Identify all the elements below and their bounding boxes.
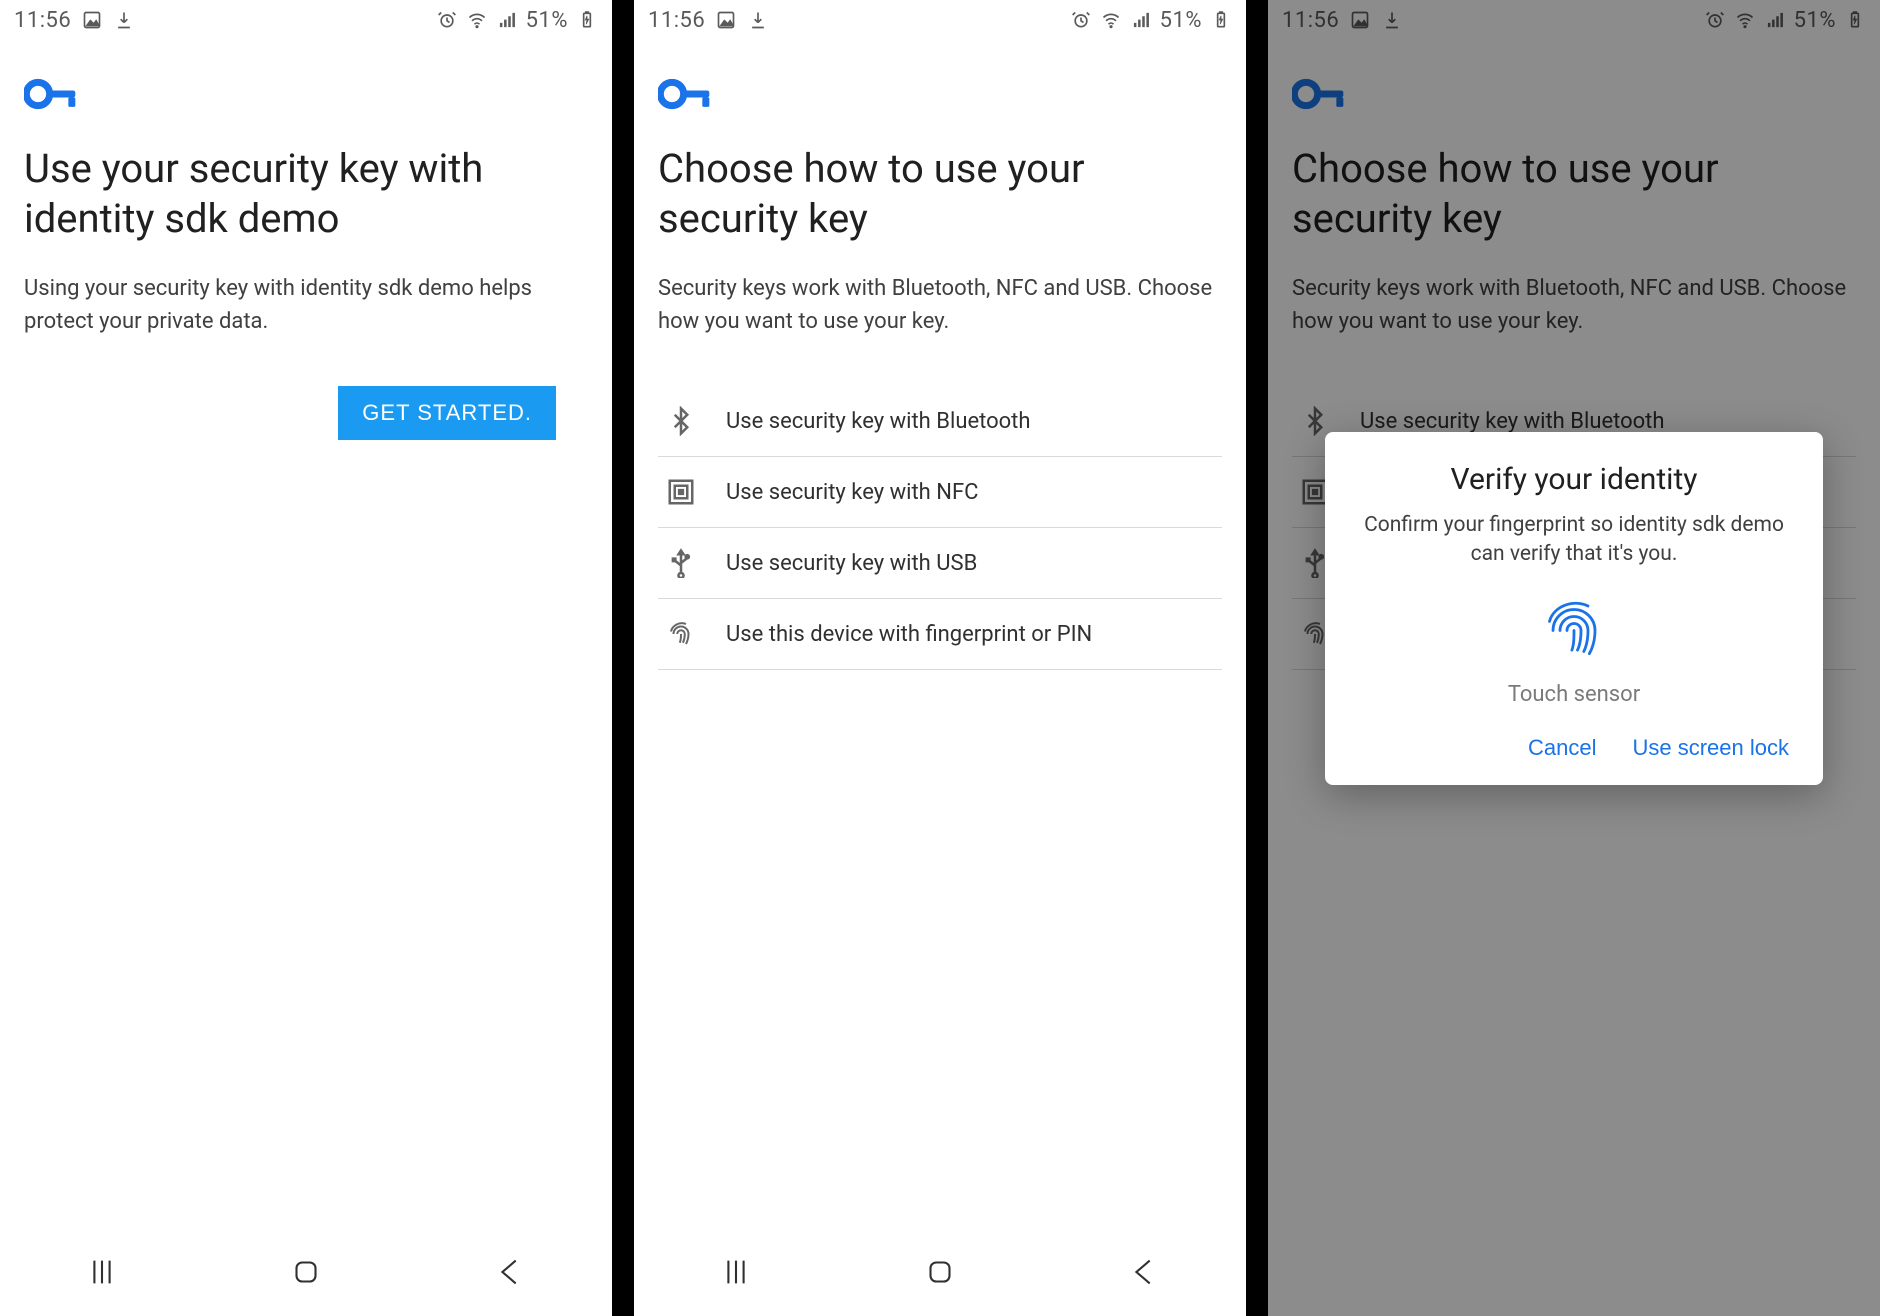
alarm-icon xyxy=(1704,9,1726,31)
page-content: Choose how to use your security key Secu… xyxy=(634,40,1246,670)
download-icon xyxy=(1381,9,1403,31)
wifi-icon xyxy=(1100,9,1122,31)
option-usb[interactable]: Use security key with USB xyxy=(658,528,1222,599)
dialog-title: Verify your identity xyxy=(1353,462,1795,497)
android-nav-bar xyxy=(0,1228,612,1316)
wifi-icon xyxy=(466,9,488,31)
usb-icon xyxy=(664,546,698,580)
recents-button[interactable] xyxy=(715,1251,757,1293)
page-subhead: Security keys work with Bluetooth, NFC a… xyxy=(658,272,1222,338)
options-list: Use security key with Bluetooth Use secu… xyxy=(658,386,1222,670)
dialog-actions: Cancel Use screen lock xyxy=(1353,729,1795,763)
option-label: Use security key with Bluetooth xyxy=(726,409,1031,434)
option-fingerprint[interactable]: Use this device with fingerprint or PIN xyxy=(658,599,1222,670)
page-title: Use your security key with identity sdk … xyxy=(24,144,588,244)
download-icon xyxy=(113,9,135,31)
status-time: 11:56 xyxy=(648,8,705,33)
signal-icon xyxy=(496,9,518,31)
back-button[interactable] xyxy=(489,1251,531,1293)
phone-screen-2: 11:56 51% Choose how to use your securit… xyxy=(634,0,1246,1316)
option-label: Use security key with Bluetooth xyxy=(1360,409,1665,434)
security-key-icon xyxy=(1292,76,1856,116)
option-bluetooth[interactable]: Use security key with Bluetooth xyxy=(658,386,1222,457)
alarm-icon xyxy=(1070,9,1092,31)
image-icon xyxy=(81,9,103,31)
signal-icon xyxy=(1130,9,1152,31)
phone-screen-3: 11:56 51% Choose how to use your securit… xyxy=(1268,0,1880,1316)
image-icon xyxy=(1349,9,1371,31)
security-key-icon xyxy=(658,76,1222,116)
recents-button[interactable] xyxy=(81,1251,123,1293)
status-time: 11:56 xyxy=(14,8,71,33)
page-title: Choose how to use your security key xyxy=(658,144,1222,244)
dialog-body: Confirm your fingerprint so identity sdk… xyxy=(1353,511,1795,570)
option-label: Use this device with fingerprint or PIN xyxy=(726,622,1092,647)
phone-screen-1: 11:56 51% xyxy=(0,0,612,1316)
battery-charging-icon xyxy=(1210,9,1232,31)
battery-charging-icon xyxy=(1844,9,1866,31)
status-bar: 11:56 51% xyxy=(0,0,612,40)
signal-icon xyxy=(1764,9,1786,31)
status-bar: 11:56 51% xyxy=(1268,0,1880,40)
fingerprint-icon xyxy=(664,617,698,651)
battery-percent: 51% xyxy=(1160,8,1202,33)
android-nav-bar xyxy=(634,1228,1246,1316)
get-started-button[interactable]: GET STARTED. xyxy=(338,386,556,440)
security-key-icon xyxy=(24,76,588,116)
nfc-icon xyxy=(664,475,698,509)
battery-percent: 51% xyxy=(526,8,568,33)
page-subhead: Security keys work with Bluetooth, NFC a… xyxy=(1292,272,1856,338)
cancel-button[interactable]: Cancel xyxy=(1528,735,1596,761)
image-icon xyxy=(715,9,737,31)
page-title: Choose how to use your security key xyxy=(1292,144,1856,244)
verify-identity-dialog: Verify your identity Confirm your finger… xyxy=(1325,432,1823,785)
touch-sensor-label: Touch sensor xyxy=(1353,682,1795,707)
bluetooth-icon xyxy=(664,404,698,438)
page-content: Use your security key with identity sdk … xyxy=(0,40,612,440)
back-button[interactable] xyxy=(1123,1251,1165,1293)
home-button[interactable] xyxy=(919,1251,961,1293)
fingerprint-icon xyxy=(1353,592,1795,666)
battery-percent: 51% xyxy=(1794,8,1836,33)
download-icon xyxy=(747,9,769,31)
status-bar: 11:56 51% xyxy=(634,0,1246,40)
option-label: Use security key with NFC xyxy=(726,480,978,505)
battery-charging-icon xyxy=(576,9,598,31)
use-screen-lock-button[interactable]: Use screen lock xyxy=(1632,735,1789,761)
wifi-icon xyxy=(1734,9,1756,31)
status-time: 11:56 xyxy=(1282,8,1339,33)
page-subhead: Using your security key with identity sd… xyxy=(24,272,588,338)
home-button[interactable] xyxy=(285,1251,327,1293)
option-nfc[interactable]: Use security key with NFC xyxy=(658,457,1222,528)
alarm-icon xyxy=(436,9,458,31)
option-label: Use security key with USB xyxy=(726,551,977,576)
